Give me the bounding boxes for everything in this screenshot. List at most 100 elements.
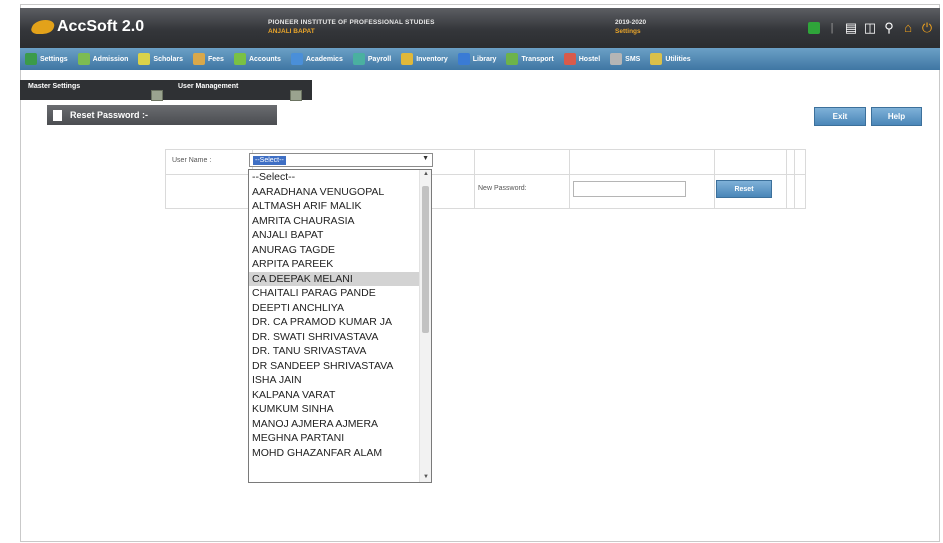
logo-text: AccSoft 2.0 [57, 18, 145, 35]
dropdown-option[interactable]: ARPITA PAREEK [249, 257, 419, 272]
menu-item-hostel[interactable]: Hostel [559, 48, 605, 70]
logo-mark-icon [29, 20, 57, 34]
chevron-down-icon[interactable]: ▼ [422, 155, 429, 162]
help-button[interactable]: Help [871, 107, 922, 126]
main-menu: Settings Admission Scholars Fees Accounts Aca… [20, 48, 940, 70]
dropdown-option[interactable]: --Select-- [249, 170, 419, 185]
menu-item-scholars[interactable]: Scholars [133, 48, 188, 70]
menu-item-label: Utilities [665, 55, 691, 63]
scholars-icon [138, 53, 151, 65]
dropdown-option[interactable]: ALTMASH ARIF MALIK [249, 199, 419, 214]
menu-item-label: Transport [521, 55, 554, 63]
menu-item-label: Inventory [416, 55, 448, 63]
panel-header: Reset Password :- [47, 105, 277, 125]
menu-item-label: Fees [208, 55, 224, 63]
menu-item-label: Accounts [248, 55, 281, 63]
dropdown-option[interactable]: AARADHANA VENUGOPAL [249, 185, 419, 200]
fees-icon [193, 53, 205, 65]
menu-item-label: SMS [625, 55, 641, 63]
menu-item-fees[interactable]: Fees [188, 48, 229, 70]
library-icon [457, 53, 470, 65]
transport-icon [506, 53, 519, 65]
app-logo: AccSoft 2.0 [29, 18, 145, 36]
top-header: AccSoft 2.0 PIONEER INSTITUTE OF PROFESS… [20, 8, 940, 48]
session-year: 2019-2020 [615, 19, 647, 26]
username-label: User Name : [172, 157, 212, 164]
sub-menu: Master Settings User Management [20, 80, 312, 101]
menu-item-settings[interactable]: Settings [20, 48, 73, 70]
power-icon[interactable]: ⏻ [920, 20, 934, 35]
dropdown-option[interactable]: ANURAG TAGDE [249, 243, 419, 258]
username-dropdown-list[interactable]: --Select-- AARADHANA VENUGOPAL ALTMASH ARI… [248, 169, 432, 483]
column-divider [474, 150, 475, 208]
dropdown-option[interactable]: CHAITALI PARAG PANDE [249, 286, 419, 301]
menu-item-label: Academics [305, 55, 343, 63]
new-password-input[interactable] [573, 181, 686, 197]
column-divider [569, 150, 570, 208]
scroll-down-icon[interactable]: ▼ [423, 474, 429, 480]
top-icon-bar: | ▤ ◫ ⚲ ⌂ ⏻ [808, 20, 934, 35]
menu-item-transport[interactable]: Transport [501, 48, 558, 70]
utilities-icon [650, 53, 663, 65]
dropdown-option[interactable]: ISHA JAIN [249, 373, 419, 388]
dropdown-option[interactable]: DR. TANU SRIVASTAVA [249, 344, 419, 359]
dropdown-option[interactable]: AMRITA CHAURASIA [249, 214, 419, 229]
menu-item-academics[interactable]: Academics [286, 48, 348, 70]
dropdown-option[interactable]: DR SANDEEP SHRIVASTAVA [249, 359, 419, 374]
hostel-icon [563, 53, 576, 65]
menu-item-label: Scholars [153, 55, 183, 63]
menu-item-inventory[interactable]: Inventory [396, 48, 453, 70]
menu-item-utilities[interactable]: Utilities [645, 48, 695, 70]
session-info: 2019-2020 Settings [615, 18, 646, 36]
dropdown-option[interactable]: DEEPTI ANCHLIYA [249, 301, 419, 316]
reset-button[interactable]: Reset [716, 180, 772, 198]
logged-user-name: ANJALI BAPAT [268, 28, 315, 35]
exit-button[interactable]: Exit [814, 107, 866, 126]
column-divider [786, 150, 787, 208]
menu-item-label: Payroll [367, 55, 392, 63]
status-green-icon[interactable] [808, 21, 820, 34]
dropdown-option[interactable]: ANJALI BAPAT [249, 228, 419, 243]
column-divider [794, 150, 795, 208]
menu-item-payroll[interactable]: Payroll [348, 48, 396, 70]
dropdown-option[interactable]: DR. CA PRAMOD KUMAR JA [249, 315, 419, 330]
dropdown-option[interactable]: KUMKUM SINHA [249, 402, 419, 417]
separator-icon: | [830, 21, 834, 34]
dropdown-option[interactable]: DR. SWATI SHRIVASTAVA [249, 330, 419, 345]
home-icon[interactable]: ⌂ [901, 20, 915, 35]
new-password-label: New Password: [478, 185, 527, 192]
dropdown-option[interactable]: MANOJ AJMERA AJMERA [249, 417, 419, 432]
username-selected-value: --Select-- [253, 156, 286, 165]
dropdown-option[interactable]: MEGHNA PARTANI [249, 431, 419, 446]
page-title: Reset Password :- [70, 110, 149, 120]
menu-item-accounts[interactable]: Accounts [229, 48, 286, 70]
scroll-up-icon[interactable]: ▲ [423, 171, 429, 177]
dropdown-options: --Select-- AARADHANA VENUGOPAL ALTMASH ARI… [249, 170, 419, 460]
scrollbar-thumb[interactable] [422, 186, 429, 333]
institute-info: PIONEER INSTITUTE OF PROFESSIONAL STUDIE… [268, 18, 435, 36]
dropdown-option[interactable]: CA DEEPAK MELANI [249, 271, 419, 286]
username-select[interactable]: --Select-- ▼ [249, 153, 433, 167]
menu-item-label: Library [472, 55, 497, 63]
master-settings-icon[interactable] [151, 90, 163, 101]
column-divider [714, 150, 715, 208]
documents-icon[interactable]: ◫ [863, 20, 877, 35]
sms-icon [610, 53, 623, 65]
user-management-icon[interactable] [290, 90, 302, 101]
admission-icon [77, 53, 90, 65]
menu-item-label: Hostel [578, 55, 601, 63]
institute-name: PIONEER INSTITUTE OF PROFESSIONAL STUDIE… [268, 19, 435, 26]
payroll-icon [352, 53, 365, 65]
submenu-user-management[interactable]: User Management [178, 83, 238, 90]
dropdown-scrollbar[interactable]: ▲ ▼ [419, 170, 431, 482]
dropdown-option[interactable]: KALPANA VARAT [249, 388, 419, 403]
menu-item-admission[interactable]: Admission [73, 48, 134, 70]
accounts-icon [233, 53, 246, 65]
menu-item-sms[interactable]: SMS [605, 48, 645, 70]
submenu-master-settings[interactable]: Master Settings [28, 83, 80, 90]
menu-item-library[interactable]: Library [453, 48, 502, 70]
document-icon [53, 109, 62, 121]
document-icon[interactable]: ▤ [844, 20, 858, 35]
dropdown-option[interactable]: MOHD GHAZANFAR ALAM [249, 446, 419, 461]
key-icon[interactable]: ⚲ [882, 20, 896, 35]
